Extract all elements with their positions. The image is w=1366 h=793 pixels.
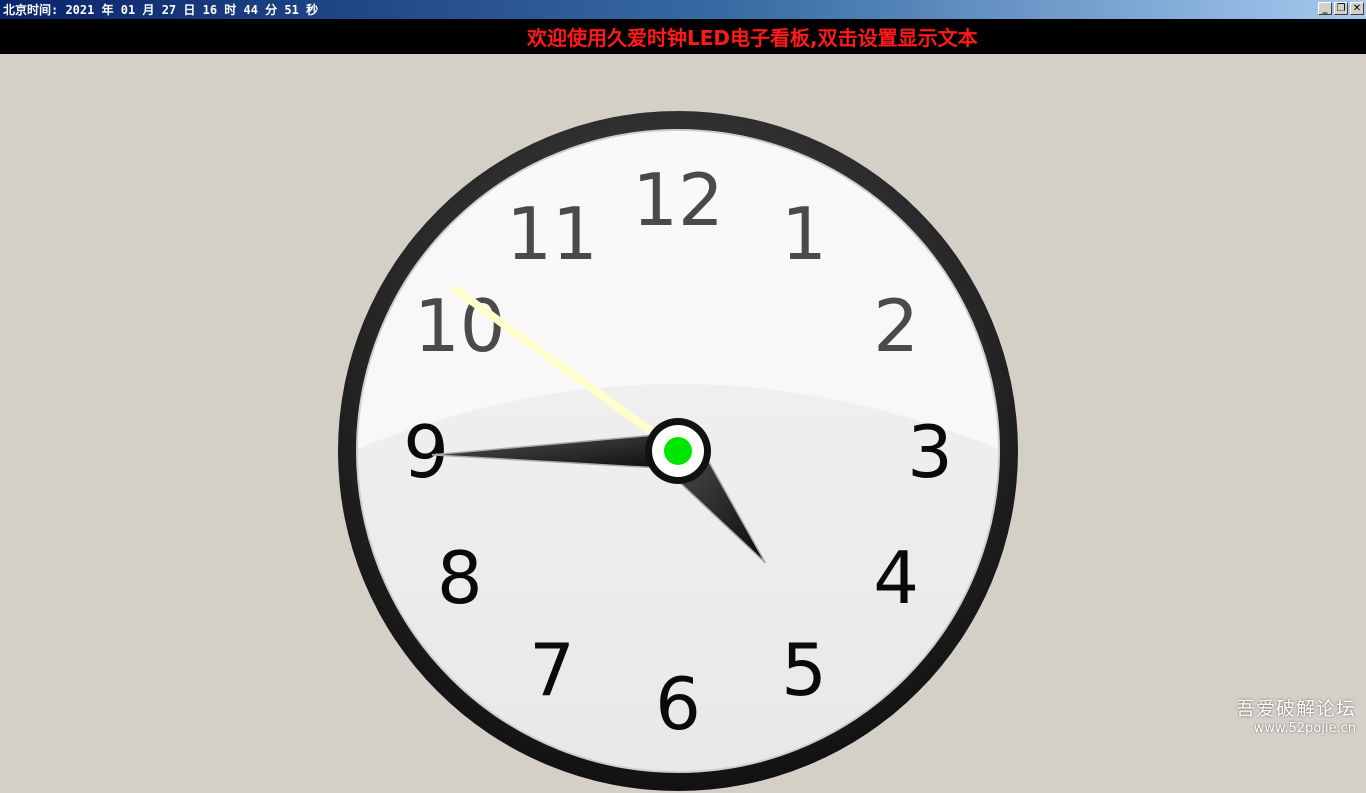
numeral-1: 1 bbox=[781, 192, 827, 276]
watermark-url: www.52pojie.cn bbox=[1253, 721, 1356, 736]
close-button[interactable]: ✕ bbox=[1350, 2, 1364, 15]
numeral-4: 4 bbox=[873, 536, 919, 620]
center-dot bbox=[664, 437, 692, 465]
led-banner[interactable]: 欢迎使用久爱时钟LED电子看板,双击设置显示文本 bbox=[0, 19, 1366, 54]
numeral-12: 12 bbox=[632, 158, 724, 242]
watermark-title: 吾爱破解论坛 bbox=[1235, 698, 1356, 720]
numeral-5: 5 bbox=[781, 628, 827, 712]
numeral-6: 6 bbox=[655, 662, 701, 746]
watermark: 吾爱破解论坛 www.52pojie.cn bbox=[1236, 694, 1356, 736]
title-bar[interactable]: 北京时间: 2021 年 01 月 27 日 16 时 44 分 51 秒 _ … bbox=[0, 0, 1366, 19]
numeral-11: 11 bbox=[506, 192, 598, 276]
numeral-2: 2 bbox=[873, 284, 919, 368]
led-banner-text: 欢迎使用久爱时钟LED电子看板,双击设置显示文本 bbox=[527, 26, 978, 50]
restore-button[interactable]: ❐ bbox=[1334, 2, 1348, 15]
numeral-3: 3 bbox=[907, 410, 953, 494]
window-controls: _ ❐ ✕ bbox=[1318, 2, 1364, 15]
numeral-7: 7 bbox=[529, 628, 575, 712]
numeral-9: 9 bbox=[403, 410, 449, 494]
analog-clock: 12 1234567891011 bbox=[338, 111, 1018, 791]
numeral-8: 8 bbox=[437, 536, 483, 620]
clock-area: 12 1 2 3 4 5 6 7 8 9 10 11 bbox=[0, 54, 1366, 791]
window-title: 北京时间: 2021 年 01 月 27 日 16 时 44 分 51 秒 bbox=[3, 3, 319, 17]
minimize-button[interactable]: _ bbox=[1318, 2, 1332, 15]
